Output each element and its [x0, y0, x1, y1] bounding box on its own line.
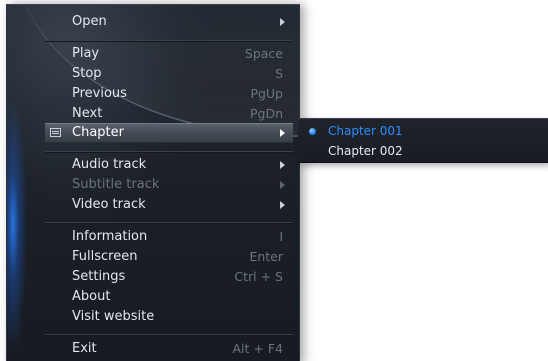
menu-separator: [45, 222, 293, 224]
submenu-arrow-icon: [280, 201, 285, 209]
menu-item-fullscreen[interactable]: Fullscreen Enter: [45, 247, 293, 267]
menu-item-label: Video track: [72, 197, 146, 212]
submenu-arrow-icon: [280, 18, 285, 26]
radio-selected-icon: [309, 128, 316, 135]
menu-separator: [45, 40, 293, 42]
menu-item-label: Exit: [72, 341, 97, 356]
menu-item-video-track[interactable]: Video track: [45, 195, 293, 215]
submenu-arrow-icon: [280, 129, 285, 137]
menu-item-label: Stop: [72, 66, 102, 81]
menu-item-open[interactable]: Open: [45, 12, 293, 32]
menu-item-about[interactable]: About: [45, 287, 293, 307]
shortcut-label: PgUp: [250, 86, 283, 101]
menu-item-stop[interactable]: Stop S: [45, 64, 293, 84]
menu-item-label: Fullscreen: [72, 249, 138, 264]
submenu-item-label: Chapter 002: [328, 144, 403, 158]
shortcut-label: Ctrl + S: [234, 269, 283, 284]
menu-item-label: Previous: [72, 86, 127, 101]
menu-item-label: Play: [72, 46, 100, 61]
menu-separator: [45, 334, 293, 336]
menu-item-label: Next: [72, 106, 103, 121]
submenu-arrow-icon: [280, 181, 285, 189]
menu-item-previous[interactable]: Previous PgUp: [45, 84, 293, 104]
shortcut-label: Space: [244, 46, 283, 61]
menu-item-next[interactable]: Next PgDn: [45, 104, 293, 124]
menu-glow-decoration: [7, 65, 33, 361]
menu-item-visit-website[interactable]: Visit website: [45, 307, 293, 327]
submenu-arrow-icon: [280, 161, 285, 169]
menu-separator: [45, 151, 293, 153]
menu-item-label: About: [72, 289, 111, 304]
screen: Open Play Space Stop S Previous PgUp Nex…: [0, 0, 548, 361]
menu-item-chapter[interactable]: Chapter: [45, 123, 293, 143]
menu-item-subtitle-track: Subtitle track: [45, 175, 293, 195]
submenu-item-chapter-002[interactable]: Chapter 002: [298, 141, 548, 161]
menu-item-audio-track[interactable]: Audio track: [45, 155, 293, 175]
shortcut-label: PgDn: [249, 106, 283, 121]
menu-item-label: Chapter: [72, 125, 124, 140]
shortcut-label: Alt + F4: [232, 341, 284, 356]
shortcut-label: I: [279, 229, 283, 244]
chapter-submenu: Chapter 001 Chapter 002: [298, 118, 548, 163]
menu-item-label: Settings: [72, 269, 126, 284]
menu-item-label: Information: [72, 229, 148, 244]
shortcut-label: Enter: [249, 249, 283, 264]
menu-item-label: Open: [72, 14, 107, 29]
menu-item-settings[interactable]: Settings Ctrl + S: [45, 267, 293, 287]
menu-item-label: Subtitle track: [72, 177, 160, 192]
menu-item-exit[interactable]: Exit Alt + F4: [45, 339, 293, 359]
menu-item-play[interactable]: Play Space: [45, 44, 293, 64]
menu-item-information[interactable]: Information I: [45, 227, 293, 247]
submenu-item-chapter-001[interactable]: Chapter 001: [298, 121, 548, 141]
menu-item-label: Visit website: [72, 309, 155, 324]
submenu-item-label: Chapter 001: [328, 124, 403, 138]
menu-item-label: Audio track: [72, 157, 147, 172]
shortcut-label: S: [275, 66, 283, 81]
context-menu: Open Play Space Stop S Previous PgUp Nex…: [6, 4, 300, 361]
chapter-list-icon: [50, 128, 61, 137]
